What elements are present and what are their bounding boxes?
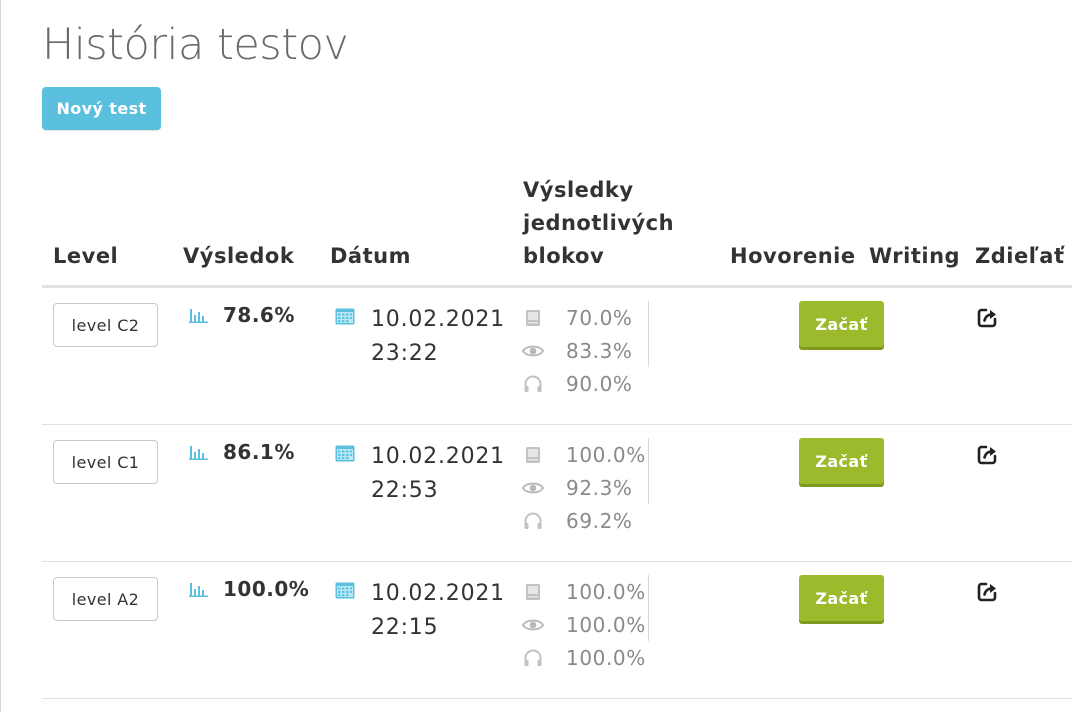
- block-result-vision: 83.3%: [522, 334, 633, 367]
- share-icon[interactable]: [975, 443, 999, 467]
- block-value: 100.0%: [566, 645, 646, 670]
- block-results: 100.0% 100.0% 100.0%: [522, 575, 646, 674]
- eye-icon: [522, 345, 544, 356]
- block-result-vision: 100.0%: [522, 608, 646, 641]
- date-text: 10.02.2021 23:22: [371, 303, 505, 371]
- start-speaking-button[interactable]: Začať: [799, 575, 884, 621]
- time-value: 22:15: [371, 615, 439, 640]
- table-row: level C2 78.6% 10.02.2021 23:22 70.0% 83…: [42, 288, 1072, 425]
- start-speaking-button[interactable]: Začať: [799, 438, 884, 484]
- book-icon: [526, 309, 540, 326]
- share-icon[interactable]: [975, 580, 999, 604]
- date-value: 10.02.2021: [371, 444, 505, 469]
- calendar-icon: [335, 582, 355, 599]
- date-value: 10.02.2021: [371, 307, 505, 332]
- date-text: 10.02.2021 22:15: [371, 577, 505, 645]
- table-row: level A2 100.0% 10.02.2021 22:15 100.0% …: [42, 562, 1072, 699]
- block-value: 70.0%: [566, 305, 633, 330]
- table-row: level C1 86.1% 10.02.2021 22:53 100.0% 9…: [42, 425, 1072, 562]
- block-result-listening: 100.0%: [522, 641, 646, 674]
- result-value: 100.0%: [223, 577, 310, 601]
- date-cell: 10.02.2021 22:53: [335, 440, 505, 508]
- start-speaking-button[interactable]: Začať: [799, 301, 884, 347]
- block-result-listening: 90.0%: [522, 367, 633, 400]
- header-date[interactable]: Dátum: [330, 240, 411, 273]
- block-result-reading: 100.0%: [522, 438, 646, 471]
- row-divider: [42, 698, 1072, 699]
- new-test-button[interactable]: Nový test: [42, 87, 161, 130]
- headphones-icon: [524, 375, 542, 392]
- date-value: 10.02.2021: [371, 581, 505, 606]
- book-icon: [526, 446, 540, 463]
- bar-chart-icon: [189, 446, 208, 460]
- eye-icon: [522, 482, 544, 493]
- block-results: 70.0% 83.3% 90.0%: [522, 301, 633, 400]
- level-button[interactable]: level A2: [53, 577, 158, 621]
- bar-chart-icon: [189, 583, 208, 597]
- block-value: 83.3%: [566, 338, 633, 363]
- block-result-vision: 92.3%: [522, 471, 646, 504]
- headphones-icon: [524, 649, 542, 666]
- page-title: História testov: [42, 20, 349, 70]
- block-value: 92.3%: [566, 475, 633, 500]
- result-cell: 78.6%: [189, 303, 295, 327]
- block-result-reading: 100.0%: [522, 575, 646, 608]
- result-cell: 100.0%: [189, 577, 309, 601]
- header-speaking[interactable]: Hovorenie: [730, 240, 856, 273]
- bar-chart-icon: [189, 309, 208, 323]
- page-left-border: [0, 0, 1, 712]
- book-icon: [526, 583, 540, 600]
- share-icon[interactable]: [975, 306, 999, 330]
- header-level[interactable]: Level: [53, 240, 118, 273]
- block-result-reading: 70.0%: [522, 301, 633, 334]
- block-result-listening: 69.2%: [522, 504, 646, 537]
- result-value: 78.6%: [223, 303, 295, 327]
- block-divider: [648, 575, 649, 641]
- time-value: 22:53: [371, 478, 439, 503]
- block-value: 100.0%: [566, 579, 646, 604]
- header-writing[interactable]: Writing: [869, 240, 960, 273]
- block-divider: [648, 301, 649, 367]
- block-value: 100.0%: [566, 442, 646, 467]
- headphones-icon: [524, 512, 542, 529]
- date-cell: 10.02.2021 23:22: [335, 303, 505, 371]
- block-value: 90.0%: [566, 371, 633, 396]
- result-cell: 86.1%: [189, 440, 295, 464]
- header-share[interactable]: Zdieľať: [975, 240, 1064, 273]
- level-button[interactable]: level C1: [53, 440, 158, 484]
- result-value: 86.1%: [223, 440, 295, 464]
- header-blocks[interactable]: Výsledky jednotlivých blokov: [523, 174, 693, 273]
- block-divider: [648, 438, 649, 504]
- block-results: 100.0% 92.3% 69.2%: [522, 438, 646, 537]
- calendar-icon: [335, 445, 355, 462]
- block-value: 100.0%: [566, 612, 646, 637]
- block-value: 69.2%: [566, 508, 633, 533]
- calendar-icon: [335, 308, 355, 325]
- eye-icon: [522, 619, 544, 630]
- level-button[interactable]: level C2: [53, 303, 158, 347]
- date-cell: 10.02.2021 22:15: [335, 577, 505, 645]
- time-value: 23:22: [371, 341, 439, 366]
- date-text: 10.02.2021 22:53: [371, 440, 505, 508]
- header-result[interactable]: Výsledok: [183, 240, 294, 273]
